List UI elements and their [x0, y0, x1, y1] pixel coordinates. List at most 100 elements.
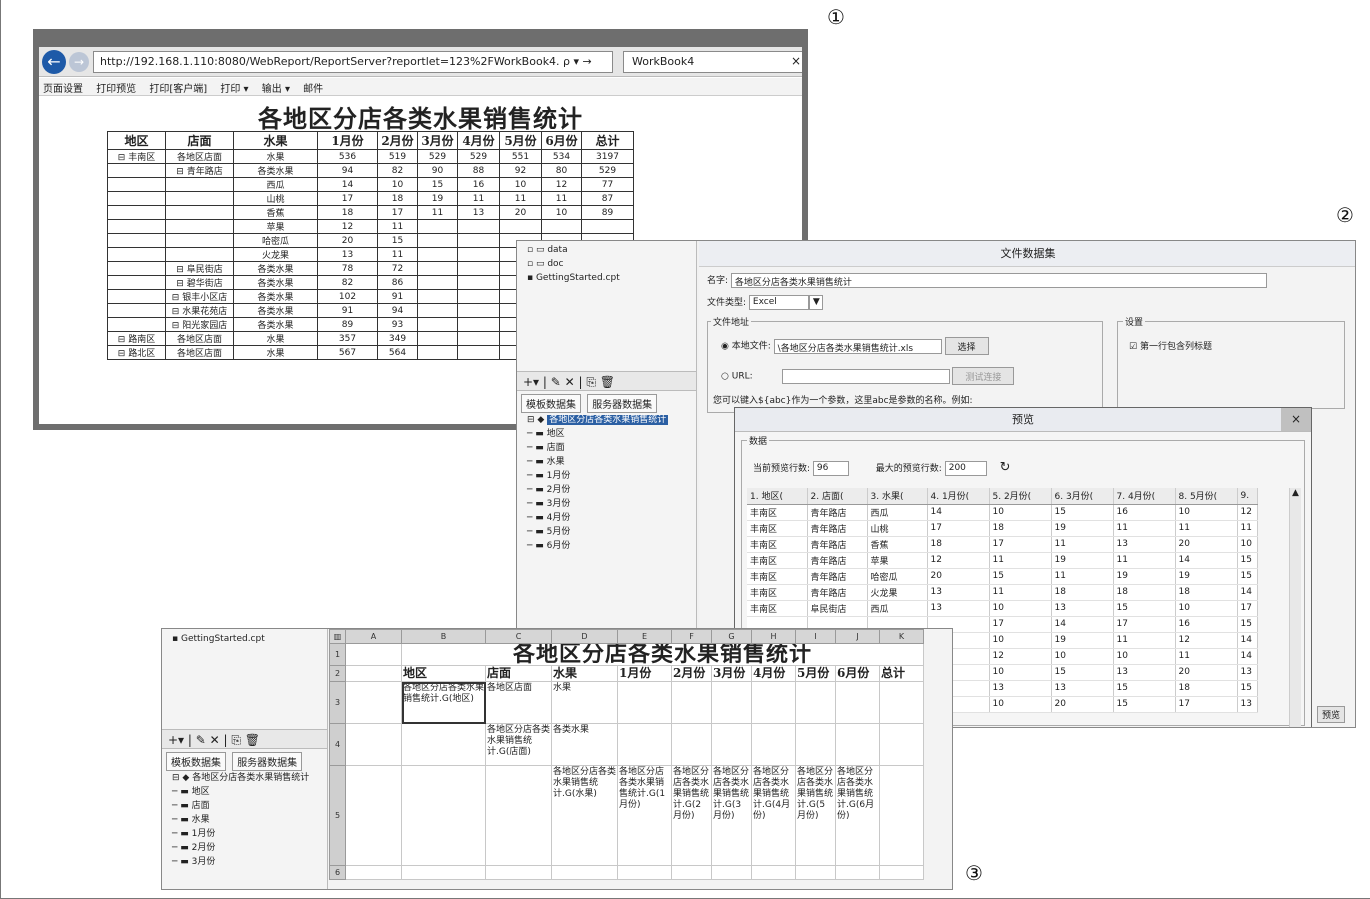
report-cell[interactable]: ⊟ 碧华街店 [165, 275, 234, 290]
file-type-select[interactable]: Excel [748, 295, 809, 310]
sheet-cell[interactable]: 各地区分店各类水果销售统计.G(5月份) [795, 765, 836, 866]
local-file-radio[interactable]: ◉ [721, 342, 729, 352]
sheet-cell[interactable]: 各地区分店各类水果销售统计.G(4月份) [751, 765, 796, 866]
sheet-column-header[interactable]: D [551, 629, 618, 644]
sheet-cell[interactable] [401, 865, 486, 880]
sheet-cell[interactable]: 各地区分店各类水果销售统计.G(3月份) [711, 765, 752, 866]
print-preview-button[interactable]: 打印预览 [96, 84, 136, 95]
dataset-field[interactable]: ─ ▬ 地区 [527, 427, 696, 441]
sheet-header-cell[interactable]: 3月份 [711, 665, 752, 682]
sheet-dataset-field[interactable]: ─ ▬ 1月份 [172, 827, 327, 841]
url-input[interactable] [781, 368, 950, 384]
sheet-column-header[interactable]: G [711, 629, 752, 644]
sheet-cell[interactable] [879, 765, 924, 866]
report-cell[interactable]: ⊟ 路南区 [107, 331, 166, 346]
sheet-column-header[interactable]: H [751, 629, 796, 644]
browser-tab[interactable]: WorkBook4 × [623, 51, 802, 73]
sheet-cell[interactable] [835, 723, 880, 766]
sheet-cell[interactable] [751, 865, 796, 880]
sheet-cell[interactable] [617, 865, 672, 880]
preview-header-cell[interactable]: 7. 4月份( [1113, 488, 1176, 505]
sheet-cell[interactable] [835, 681, 880, 724]
preview-header-cell[interactable]: 3. 水果( [867, 488, 928, 505]
sheet-cell[interactable] [879, 723, 924, 766]
name-input[interactable]: 各地区分店各类水果销售统计 [730, 273, 1267, 288]
preview-header-cell[interactable]: 5. 2月份( [989, 488, 1052, 505]
sheet-cell[interactable] [795, 723, 836, 766]
preview-header-cell[interactable]: 8. 5月份( [1175, 488, 1238, 505]
sheet-row-header[interactable]: 5 [329, 765, 346, 866]
close-tab-icon[interactable]: × [791, 54, 801, 68]
sheet-cell[interactable] [711, 681, 752, 724]
report-cell[interactable]: ⊟ 青年路店 [165, 163, 234, 178]
sheet-cell[interactable] [551, 865, 618, 880]
sheet-column-header[interactable]: K [879, 629, 924, 644]
max-rows-input[interactable]: 200 [944, 461, 987, 476]
sheet-cell[interactable]: 各地区分店各类水果销售统计.G(地区) [401, 681, 486, 724]
sheet-cell[interactable] [711, 865, 752, 880]
sheet-cell[interactable] [879, 865, 924, 880]
sheet-cell[interactable] [671, 723, 712, 766]
sheet-cell[interactable]: 水果 [551, 681, 618, 724]
sheet-header-cell[interactable]: 1月份 [617, 665, 672, 682]
sheet-cell[interactable]: 各地区分店各类水果销售统计.G(2月份) [671, 765, 712, 866]
sheet-row-header[interactable]: 3 [329, 681, 346, 724]
sheet-cell[interactable] [671, 865, 712, 880]
sheet-cell[interactable] [345, 765, 402, 866]
preview-header-cell[interactable]: 2. 店面( [807, 488, 868, 505]
sheet-column-header[interactable]: E [617, 629, 672, 644]
sheet-column-header[interactable]: A [345, 629, 402, 644]
tab-server-dataset[interactable]: 服务器数据集 [587, 394, 658, 413]
sheet-cell[interactable]: 各地区分店各类水果销售统计.G(水果) [551, 765, 618, 866]
sheet-dataset-toolbar[interactable]: +▾ | ✎ ✕ | ⎘ 🗑 [162, 729, 327, 749]
sheet-column-header[interactable]: C [485, 629, 552, 644]
report-cell[interactable]: ⊟ 银丰小区店 [165, 289, 234, 304]
preview-header-cell[interactable]: 1. 地区( [747, 488, 808, 505]
sheet-cell[interactable] [671, 681, 712, 724]
export-button[interactable]: 输出 ▾ [262, 84, 290, 95]
sheet-header-cell[interactable]: 水果 [551, 665, 618, 682]
tree-item-file[interactable]: ▪ GettingStarted.cpt [527, 271, 696, 285]
sheet-tab-template-dataset[interactable]: 模板数据集 [166, 752, 226, 771]
dataset-field[interactable]: ─ ▬ 水果 [527, 455, 696, 469]
sheet-cell[interactable] [345, 643, 402, 666]
tree-item-folder[interactable]: ▫ ▭ data [527, 243, 696, 257]
report-cell[interactable]: ⊟ 阜民街店 [165, 261, 234, 276]
sheet-cell[interactable] [485, 865, 552, 880]
page-setup-button[interactable]: 页面设置 [43, 84, 83, 95]
sheet-dataset-field[interactable]: ─ ▬ 地区 [172, 785, 327, 799]
preview-header-cell[interactable]: 4. 1月份( [927, 488, 990, 505]
sheet-cell[interactable]: 各地区分店各类水果销售统计.G(1月份) [617, 765, 672, 866]
test-connection-button[interactable]: 测试连接 [952, 367, 1015, 385]
sheet-cell[interactable] [751, 681, 796, 724]
report-cell[interactable]: ⊟ 阳光家园店 [165, 317, 234, 332]
tab-template-dataset[interactable]: 模板数据集 [521, 394, 581, 413]
sheet-dataset-field[interactable]: ─ ▬ 水果 [172, 813, 327, 827]
chevron-down-icon[interactable]: ▼ [808, 295, 823, 310]
dataset-field[interactable]: ─ ▬ 2月份 [527, 483, 696, 497]
preview-header-cell[interactable]: 6. 3月份( [1051, 488, 1114, 505]
current-rows-input[interactable]: 96 [812, 461, 849, 476]
sheet-dataset-root[interactable]: ⊟ ◆ 各地区分店各类水果销售统计 [172, 771, 327, 785]
sheet-row-header[interactable]: 6 [329, 865, 346, 880]
sheet-column-header[interactable]: J [835, 629, 880, 644]
dataset-field[interactable]: ─ ▬ 1月份 [527, 469, 696, 483]
sheet-cell[interactable] [711, 723, 752, 766]
sheet-header-cell[interactable]: 总计 [879, 665, 924, 682]
sheet-column-header[interactable]: I [795, 629, 836, 644]
preview-button[interactable]: 预览 [1316, 706, 1345, 723]
report-cell[interactable]: ⊟ 丰南区 [107, 149, 166, 164]
sheet-header-cell[interactable]: 店面 [485, 665, 552, 682]
sheet-cell[interactable] [401, 723, 486, 766]
sheet-header-cell[interactable]: 2月份 [671, 665, 712, 682]
preview-scrollbar[interactable]: ▲ [1289, 488, 1301, 727]
dataset-field[interactable]: ─ ▬ 5月份 [527, 525, 696, 539]
report-cell[interactable]: ⊟ 水果花苑店 [165, 303, 234, 318]
back-icon[interactable]: ← [42, 50, 66, 74]
sheet-header-cell[interactable]: 6月份 [835, 665, 880, 682]
dataset-toolbar[interactable]: +▾ | ✎ ✕ | ⎘ 🗑 [517, 371, 696, 391]
mail-button[interactable]: 邮件 [303, 84, 323, 95]
sheet-column-header[interactable]: F [671, 629, 712, 644]
sheet-cell[interactable] [345, 723, 402, 766]
sheet-cell[interactable] [879, 681, 924, 724]
